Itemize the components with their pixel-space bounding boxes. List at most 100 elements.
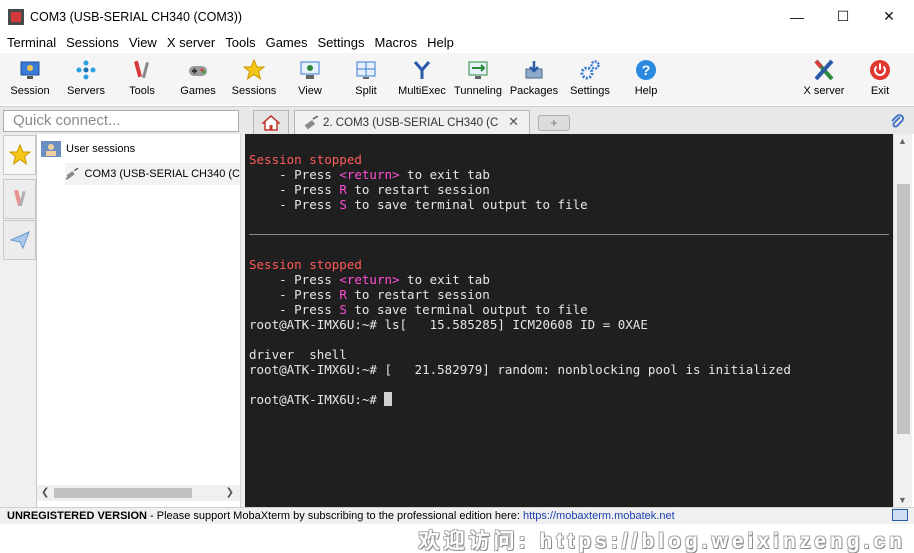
help-button[interactable]: ? Help: [618, 53, 674, 105]
terminal-line: - Press S to save terminal output to fil…: [249, 302, 588, 317]
split-button[interactable]: Split: [338, 53, 394, 105]
paperclip-icon[interactable]: [890, 112, 904, 135]
settings-gears-icon: [578, 58, 602, 82]
menu-bar: Terminal Sessions View X server Tools Ga…: [0, 33, 914, 53]
monitor-icon[interactable]: [892, 509, 908, 521]
menu-settings[interactable]: Settings: [313, 33, 370, 53]
servers-icon: [74, 58, 98, 82]
x-server-icon: [812, 58, 836, 82]
svg-text:?: ?: [642, 62, 651, 78]
quick-connect-input[interactable]: Quick connect...: [3, 110, 239, 132]
scroll-down-arrow-icon[interactable]: ▼: [898, 495, 907, 505]
serial-plug-icon: [65, 167, 79, 180]
tunneling-icon: [466, 58, 490, 82]
view-icon: [298, 58, 322, 82]
serial-plug-icon: [304, 116, 319, 130]
tree-root-label: User sessions: [66, 143, 136, 155]
tab-com3-label: 2. COM3 (USB-SERIAL CH340 (C: [323, 117, 499, 129]
session-button[interactable]: Session: [2, 53, 58, 105]
tree-item-label: COM3 (USB-SERIAL CH340 (C: [84, 168, 240, 180]
menu-x-server[interactable]: X server: [162, 33, 220, 53]
menu-sessions[interactable]: Sessions: [61, 33, 124, 53]
scrollbar-thumb[interactable]: [897, 184, 910, 434]
session-tree: User sessions COM3 (USB-SERIAL CH340 (C: [37, 134, 240, 507]
terminal-view[interactable]: Session stopped - Press <return> to exit…: [245, 134, 893, 507]
main-toolbar: Session Servers Tools Games Sessions Vie…: [0, 53, 914, 105]
home-icon: [262, 115, 280, 131]
help-icon: ?: [634, 58, 658, 82]
terminal-line: - Press S to save terminal output to fil…: [249, 197, 588, 212]
close-tab-button[interactable]: ✕: [508, 114, 519, 130]
tree-item-com3[interactable]: COM3 (USB-SERIAL CH340 (C: [65, 163, 240, 185]
power-icon: [868, 58, 892, 82]
multiexec-icon: [410, 58, 434, 82]
terminal-divider: [249, 234, 889, 235]
settings-button[interactable]: Settings: [562, 53, 618, 105]
terminal-prompt: root@ATK-IMX6U:~#: [249, 392, 385, 407]
minimize-button[interactable]: —: [774, 0, 820, 33]
multiexec-button[interactable]: MultiExec: [394, 53, 450, 105]
sidebar-tabs: [0, 134, 37, 507]
title-bar: COM3 (USB-SERIAL CH340 (COM3)) — ☐ ✕: [0, 0, 914, 33]
packages-icon: [522, 58, 546, 82]
scrollbar-thumb[interactable]: [54, 488, 192, 498]
star-icon: [8, 144, 31, 166]
sessions-star-icon: [242, 58, 266, 82]
subscribe-link[interactable]: https://mobaxterm.mobatek.net: [523, 510, 675, 522]
split-icon: [354, 58, 378, 82]
view-button[interactable]: View: [282, 53, 338, 105]
terminal-output-line: root@ATK-IMX6U:~# [ 21.582979] random: n…: [249, 362, 791, 377]
home-tab[interactable]: [253, 110, 289, 135]
sessions-tab[interactable]: [3, 135, 36, 175]
terminal-line: - Press R to restart session: [249, 287, 490, 302]
status-message: - Please support MobaXterm by subscribin…: [146, 510, 524, 522]
scroll-left-arrow-icon[interactable]: ❮: [41, 485, 49, 501]
tree-horizontal-scrollbar[interactable]: ❮ ❯: [37, 485, 240, 501]
terminal-line: - Press R to restart session: [249, 182, 490, 197]
terminal-line: - Press <return> to exit tab: [249, 272, 490, 287]
macros-tab[interactable]: [3, 220, 36, 260]
terminal-output-line: root@ATK-IMX6U:~# ls[ 15.585285] ICM2060…: [249, 317, 648, 332]
scroll-right-arrow-icon[interactable]: ❯: [226, 485, 234, 501]
status-bar: UNREGISTERED VERSION - Please support Mo…: [0, 507, 914, 524]
terminal-output-line: driver shell: [249, 347, 347, 362]
terminal-vertical-scrollbar[interactable]: ▲ ▼: [893, 134, 912, 507]
session-stopped-header: Session stopped: [249, 152, 362, 167]
tools-tab[interactable]: [3, 179, 36, 219]
games-icon: [186, 58, 210, 82]
packages-button[interactable]: Packages: [506, 53, 562, 105]
session-icon: [18, 58, 42, 82]
blog-watermark: 欢迎访问: https://blog.weixinzeng.cn: [418, 530, 906, 553]
servers-button[interactable]: Servers: [58, 53, 114, 105]
window-title: COM3 (USB-SERIAL CH340 (COM3)): [30, 9, 243, 24]
sessions-button[interactable]: Sessions: [226, 53, 282, 105]
tools-icon: [130, 58, 154, 82]
menu-help[interactable]: Help: [422, 33, 459, 53]
tunneling-button[interactable]: Tunneling: [450, 53, 506, 105]
scroll-up-arrow-icon[interactable]: ▲: [898, 136, 907, 146]
tree-root-user-sessions[interactable]: User sessions: [41, 141, 135, 157]
menu-macros[interactable]: Macros: [369, 33, 422, 53]
plus-icon: +: [550, 116, 558, 130]
tools-button[interactable]: Tools: [114, 53, 170, 105]
menu-view[interactable]: View: [124, 33, 162, 53]
watermark-strip: 欢迎访问: https://blog.weixinzeng.cn: [0, 524, 914, 553]
tab-strip: Quick connect... 2. COM3 (USB-SERIAL CH3…: [0, 106, 914, 135]
unregistered-badge: UNREGISTERED VERSION: [7, 510, 147, 522]
games-button[interactable]: Games: [170, 53, 226, 105]
tab-com3[interactable]: 2. COM3 (USB-SERIAL CH340 (C ✕: [294, 110, 530, 135]
menu-terminal[interactable]: Terminal: [2, 33, 61, 53]
user-sessions-icon: [41, 141, 61, 157]
terminal-prompt-line: root@ATK-IMX6U:~#: [249, 392, 393, 407]
tools-tab-icon: [13, 189, 26, 207]
mobaxterm-app-icon: [8, 8, 24, 25]
macros-paperplane-icon: [9, 231, 30, 250]
close-window-button[interactable]: ✕: [866, 0, 912, 33]
x-server-button[interactable]: X server: [796, 53, 852, 105]
maximize-button[interactable]: ☐: [820, 0, 866, 33]
new-tab-button[interactable]: +: [538, 115, 570, 131]
session-stopped-header: Session stopped: [249, 257, 362, 272]
exit-button[interactable]: Exit: [852, 53, 908, 105]
menu-tools[interactable]: Tools: [220, 33, 260, 53]
menu-games[interactable]: Games: [261, 33, 313, 53]
